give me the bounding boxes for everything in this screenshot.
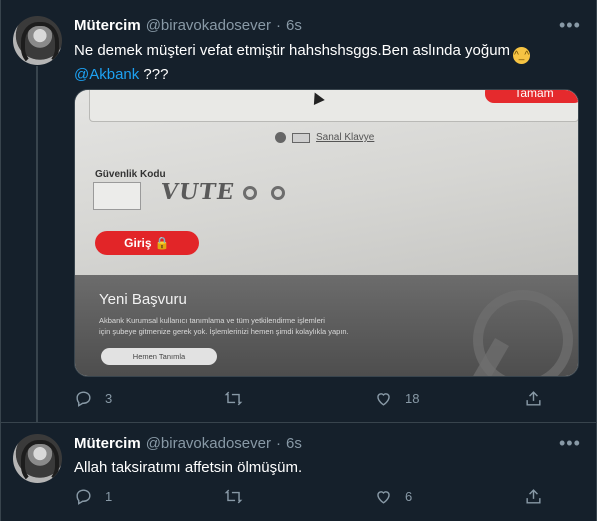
like-count: 18 [405, 391, 420, 406]
like-button[interactable]: 6 [374, 487, 494, 506]
retweet-button[interactable] [224, 487, 344, 506]
photo-tamam-button: Tamam [485, 90, 578, 103]
new-application-title: Yeni Başvuru [99, 291, 187, 308]
share-button[interactable] [524, 487, 544, 506]
more-options-icon[interactable]: ••• [559, 16, 580, 36]
photo-login-area: Tamam Sanal Klavye Güvenlik Kodu VUTE Gi… [75, 90, 578, 275]
virtual-keyboard-label: Sanal Klavye [316, 132, 375, 143]
author-handle[interactable]: @biravokadosever [146, 17, 271, 34]
mention-link[interactable]: @Akbank [74, 66, 139, 83]
tweet-text: Ne demek müşteri vefat etmiştir hahshshs… [74, 40, 579, 85]
audio-icon [271, 186, 285, 200]
grinning-sweat-emoji-icon: ^_^ [513, 47, 531, 64]
lock-icon: 🔒 [154, 236, 170, 250]
avatar[interactable] [13, 434, 62, 483]
header-separator: · [275, 17, 281, 34]
tweet-actions: 3 18 [74, 389, 544, 408]
new-application-text: Akbank Kurumsal kullanıcı tanımlama ve t… [99, 315, 479, 337]
avatar[interactable] [13, 16, 62, 65]
like-button[interactable]: 18 [374, 389, 494, 408]
refresh-icon [243, 186, 257, 200]
more-options-icon[interactable]: ••• [559, 434, 580, 454]
tweet[interactable]: Mütercim @biravokadosever · 6s ••• Allah… [0, 423, 597, 521]
help-icon [275, 132, 286, 143]
security-code-input [93, 182, 141, 210]
tweet-actions: 1 6 [74, 487, 544, 506]
tweet-header: Mütercim @biravokadosever · 6s [74, 435, 302, 452]
tweet-text-tail: ??? [139, 66, 169, 83]
virtual-keyboard-link: Sanal Klavye [275, 132, 374, 143]
photo-new-application-section: Yeni Başvuru Akbank Kurumsal kullanıcı t… [75, 275, 578, 376]
share-icon [526, 391, 541, 406]
share-button[interactable] [524, 389, 544, 408]
keyboard-icon [292, 132, 310, 143]
tweet-text-main: Ne demek müşteri vefat etmiştir hahshshs… [74, 42, 511, 59]
login-label: Giriş [124, 236, 152, 250]
security-code-label: Güvenlik Kodu [95, 169, 166, 180]
photo-top-panel: Tamam [89, 90, 578, 122]
new-application-text-line-1: Akbank Kurumsal kullanıcı tanımlama ve t… [99, 316, 325, 325]
reply-button[interactable]: 1 [74, 487, 194, 506]
reply-icon [76, 489, 91, 505]
heart-icon [377, 393, 390, 406]
author-handle[interactable]: @biravokadosever [146, 435, 271, 452]
like-count: 6 [405, 489, 413, 504]
define-now-button: Hemen Tanımla [101, 348, 217, 365]
retweet-button[interactable] [224, 389, 344, 408]
author-name[interactable]: Mütercim [74, 17, 141, 34]
photo-login-button: Giriş 🔒 [95, 231, 199, 255]
tweet[interactable]: Mütercim @biravokadosever · 6s ••• Ne de… [0, 0, 597, 423]
thread-connector-line [36, 66, 38, 423]
new-application-text-line-2: için şubeye gitmenize gerek yok. İşlemle… [99, 327, 349, 336]
tweet-header: Mütercim @biravokadosever · 6s [74, 17, 302, 34]
tweet-text: Allah taksiratımı affetsin ölmüşüm. [74, 459, 303, 476]
tweet-time[interactable]: 6s [286, 17, 302, 34]
header-separator: · [275, 435, 281, 452]
tweet-time[interactable]: 6s [286, 435, 302, 452]
reply-icon [76, 391, 91, 407]
captcha-image: VUTE [159, 179, 237, 205]
reply-count: 3 [105, 391, 113, 406]
heart-icon [377, 491, 390, 504]
share-icon [526, 489, 541, 504]
reply-count: 1 [105, 489, 113, 504]
reply-button[interactable]: 3 [74, 389, 194, 408]
retweet-icon [224, 391, 243, 406]
author-name[interactable]: Mütercim [74, 435, 141, 452]
retweet-icon [224, 489, 243, 504]
tweet-photo[interactable]: Tamam Sanal Klavye Güvenlik Kodu VUTE Gi… [74, 89, 579, 377]
